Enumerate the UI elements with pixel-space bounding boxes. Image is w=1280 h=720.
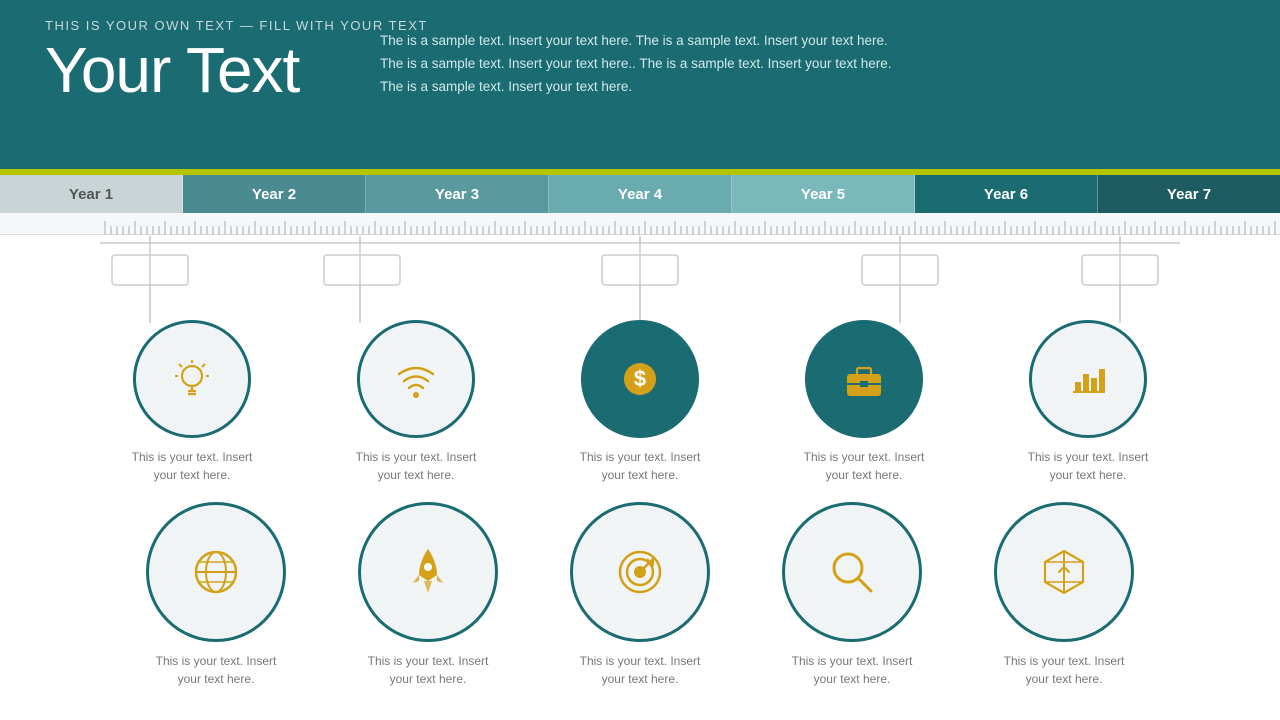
- top-item-2-label: This is your text. Insertyour text here.: [356, 448, 477, 484]
- wifi-icon: [391, 354, 441, 404]
- main-content: This is your text. Insertyour text here.…: [0, 235, 1280, 688]
- circle-2: [357, 320, 475, 438]
- globe-icon: [185, 541, 247, 603]
- bottom-item-3: This is your text. Insertyour text here.: [550, 502, 730, 688]
- top-item-3: $ This is your text. Insertyour text her…: [550, 320, 730, 484]
- year-4: Year 4: [549, 175, 732, 213]
- year-5: Year 5: [732, 175, 915, 213]
- circle-1: [133, 320, 251, 438]
- bottom-item-4: This is your text. Insertyour text here.: [762, 502, 942, 688]
- bottom-row: This is your text. Insertyour text here.…: [30, 502, 1250, 688]
- bottom-item-1-label: This is your text. Insertyour text here.: [156, 652, 277, 688]
- top-item-1: This is your text. Insertyour text here.: [102, 320, 282, 484]
- top-item-1-label: This is your text. Insertyour text here.: [132, 448, 253, 484]
- top-item-5-label: This is your text. Insertyour text here.: [1028, 448, 1149, 484]
- chart-icon: [1063, 354, 1113, 404]
- rocket-icon: [397, 541, 459, 603]
- circle-lg-2: [358, 502, 498, 642]
- circle-lg-1: [146, 502, 286, 642]
- circle-lg-3: [570, 502, 710, 642]
- target-icon: [609, 541, 671, 603]
- bottom-item-4-label: This is your text. Insertyour text here.: [792, 652, 913, 688]
- header: THIS IS YOUR OWN TEXT — FILL WITH YOUR T…: [0, 0, 1280, 175]
- top-item-4: This is your text. Insertyour text here.: [774, 320, 954, 484]
- lightbulb-icon: [167, 354, 217, 404]
- bottom-item-2: This is your text. Insertyour text here.: [338, 502, 518, 688]
- circle-lg-5: [994, 502, 1134, 642]
- ruler: // Will be inlined below via JS after lo…: [0, 213, 1280, 235]
- top-item-4-label: This is your text. Insertyour text here.: [804, 448, 925, 484]
- search-icon: [821, 541, 883, 603]
- circle-5: [1029, 320, 1147, 438]
- bottom-item-1: This is your text. Insertyour text here.: [126, 502, 306, 688]
- bottom-item-5: This is your text. Insertyour text here.: [974, 502, 1154, 688]
- year-2: Year 2: [183, 175, 366, 213]
- accent-bar: [0, 169, 1280, 175]
- year-6: Year 6: [915, 175, 1098, 213]
- header-description: The is a sample text. Insert your text h…: [380, 30, 1235, 99]
- box3d-icon: [1033, 541, 1095, 603]
- year-7: Year 7: [1098, 175, 1280, 213]
- year-1: Year 1: [0, 175, 183, 213]
- circle-3: $: [581, 320, 699, 438]
- year-3: Year 3: [366, 175, 549, 213]
- bottom-item-2-label: This is your text. Insertyour text here.: [368, 652, 489, 688]
- timeline-bar: Year 1 Year 2 Year 3 Year 4 Year 5 Year …: [0, 175, 1280, 213]
- dollar-icon: $: [615, 354, 665, 404]
- bottom-item-3-label: This is your text. Insertyour text here.: [580, 652, 701, 688]
- top-item-3-label: This is your text. Insertyour text here.: [580, 448, 701, 484]
- briefcase-icon: [839, 354, 889, 404]
- top-item-5: This is your text. Insertyour text here.: [998, 320, 1178, 484]
- circle-lg-4: [782, 502, 922, 642]
- bottom-item-5-label: This is your text. Insertyour text here.: [1004, 652, 1125, 688]
- circle-4: [805, 320, 923, 438]
- connector-lines: [30, 235, 1250, 325]
- svg-text:$: $: [634, 366, 646, 391]
- top-item-2: This is your text. Insertyour text here.: [326, 320, 506, 484]
- top-row: This is your text. Insertyour text here.…: [30, 320, 1250, 484]
